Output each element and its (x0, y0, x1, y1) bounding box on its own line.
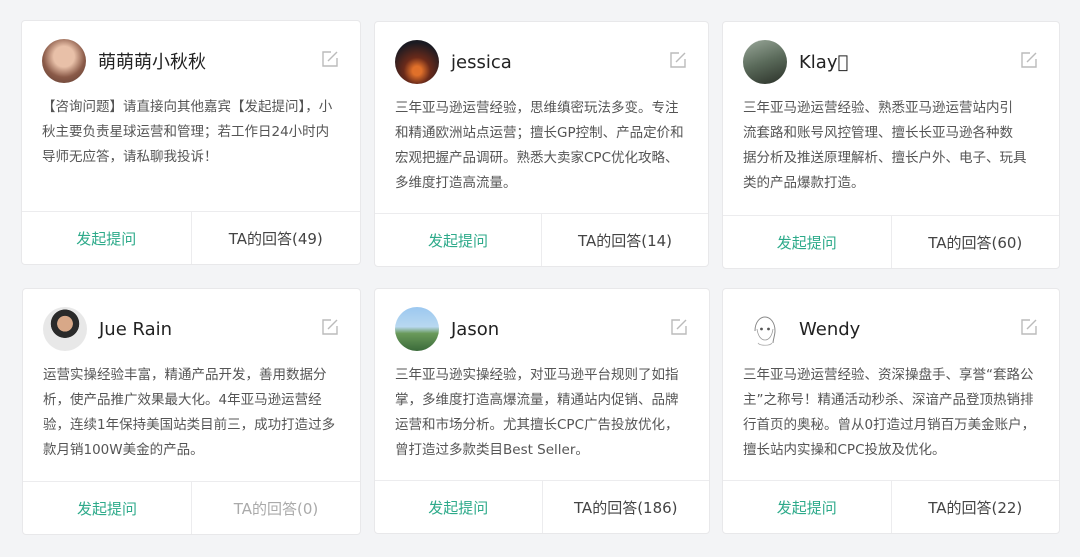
expert-card: Klay  三年亚马逊运营经验、熟悉亚马逊运营站内引 流套路和账号风控管理、擅长… (722, 21, 1060, 269)
expert-description: 三年亚马逊运营经验，思维缜密玩法多变。专注 和精通欧洲站点运营；擅长GP控制、产… (395, 100, 684, 191)
expert-card: Wendy 三年亚马逊运营经验、资深操盘手、享誉“套路公 主”之称号！精通活动秒… (722, 288, 1060, 534)
edit-icon[interactable] (1019, 317, 1039, 337)
edit-icon[interactable] (320, 49, 340, 69)
answers-link[interactable]: TA的回答(60) (892, 216, 1060, 268)
edit-icon[interactable] (1019, 50, 1039, 70)
expert-name[interactable]: Wendy (799, 319, 860, 340)
avatar[interactable] (743, 40, 787, 84)
card-actions: 发起提问 TA的回答(186) (375, 480, 709, 533)
expert-card: Jue Rain 运营实操经验丰富，精通产品开发，善用数据分 析，使产品推广效果… (22, 288, 361, 535)
edit-icon[interactable] (668, 50, 688, 70)
avatar[interactable] (42, 39, 86, 83)
ask-question-button[interactable]: 发起提问 (23, 482, 192, 534)
expert-description: 运营实操经验丰富，精通产品开发，善用数据分 析，使产品推广效果最大化。4年亚马逊… (43, 367, 336, 458)
avatar[interactable] (395, 307, 439, 351)
expert-name[interactable]: Jason (451, 319, 499, 340)
expert-name[interactable]: Klay  (799, 52, 848, 73)
avatar[interactable] (43, 307, 87, 351)
expert-card: jessica 三年亚马逊运营经验，思维缜密玩法多变。专注 和精通欧洲站点运营；… (374, 21, 709, 267)
ask-question-button[interactable]: 发起提问 (723, 216, 892, 268)
answers-link[interactable]: TA的回答(0) (192, 482, 360, 534)
card-header: jessica (395, 40, 688, 84)
answers-link[interactable]: TA的回答(14) (542, 214, 708, 266)
avatar[interactable] (395, 40, 439, 84)
ask-question-button[interactable]: 发起提问 (375, 214, 542, 266)
expert-description: 三年亚马逊运营经验、资深操盘手、享誉“套路公 主”之称号！精通活动秒杀、深谙产品… (743, 367, 1036, 458)
expert-name[interactable]: Jue Rain (99, 319, 172, 340)
answers-link[interactable]: TA的回答(22) (892, 481, 1060, 533)
avatar[interactable] (743, 307, 787, 351)
answers-link[interactable]: TA的回答(186) (543, 481, 710, 533)
card-actions: 发起提问 TA的回答(60) (723, 215, 1059, 268)
card-actions: 发起提问 TA的回答(22) (723, 480, 1059, 533)
card-header: Wendy (743, 307, 1039, 351)
expert-description: 三年亚马逊运营经验、熟悉亚马逊运营站内引 流套路和账号风控管理、擅长长亚马逊各种… (743, 100, 1027, 191)
ask-question-button[interactable]: 发起提问 (375, 481, 543, 533)
answers-link[interactable]: TA的回答(49) (192, 212, 361, 264)
edit-icon[interactable] (669, 317, 689, 337)
card-actions: 发起提问 TA的回答(0) (23, 481, 360, 534)
expert-description: 三年亚马逊实操经验，对亚马逊平台规则了如指 掌，多维度打造高爆流量，精通站内促销… (395, 367, 679, 458)
edit-icon[interactable] (320, 317, 340, 337)
expert-description: 【咨询问题】请直接向其他嘉宾【发起提问】，小 秋主要负责星球运营和管理；若工作日… (42, 99, 333, 165)
expert-card: 萌萌萌小秋秋 【咨询问题】请直接向其他嘉宾【发起提问】，小 秋主要负责星球运营和… (21, 20, 361, 265)
card-actions: 发起提问 TA的回答(14) (375, 213, 708, 266)
expert-name[interactable]: jessica (451, 52, 512, 73)
card-actions: 发起提问 TA的回答(49) (22, 211, 360, 264)
card-header: 萌萌萌小秋秋 (42, 39, 340, 83)
card-header: Jason (395, 307, 689, 351)
ask-question-button[interactable]: 发起提问 (22, 212, 192, 264)
card-header: Jue Rain (43, 307, 340, 351)
card-header: Klay  (743, 40, 1039, 84)
expert-name[interactable]: 萌萌萌小秋秋 (98, 48, 206, 74)
ask-question-button[interactable]: 发起提问 (723, 481, 892, 533)
sketch-portrait-icon (754, 316, 776, 346)
expert-card: Jason 三年亚马逊实操经验，对亚马逊平台规则了如指 掌，多维度打造高爆流量，… (374, 288, 710, 534)
